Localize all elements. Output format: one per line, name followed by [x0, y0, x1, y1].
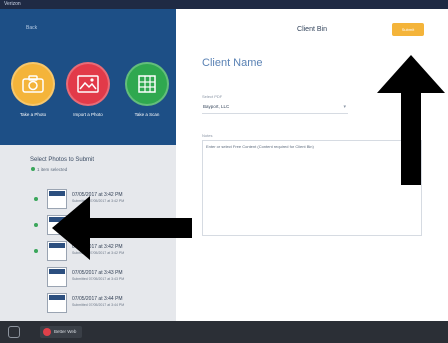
- import-photo-button[interactable]: Import a Photo: [65, 62, 111, 118]
- take-scan-button[interactable]: Take a Scan: [124, 62, 170, 118]
- selected-dot-icon: [34, 249, 38, 253]
- photo-timestamp: 07/05/2017 at 3:43 PM: [72, 270, 123, 276]
- status-bar: Verizon: [0, 0, 448, 9]
- sidebar: Back Take a Photo Import a Photo Take a …: [0, 9, 176, 321]
- sidebar-actions-panel: Back Take a Photo Import a Photo Take a …: [0, 9, 176, 145]
- submit-button[interactable]: Submit: [392, 23, 424, 36]
- client-select-value: Bayport, LLC: [203, 104, 230, 109]
- camera-icon: [11, 62, 55, 106]
- left-arrow-icon: [52, 196, 192, 260]
- photo-list-item[interactable]: 07/05/2017 at 3:43 PM Submitted 07/05/20…: [0, 265, 176, 289]
- photo-thumbnail: [47, 267, 67, 287]
- recording-badge-label: Better Web: [54, 329, 77, 334]
- back-link[interactable]: Back: [26, 25, 37, 31]
- take-photo-button[interactable]: Take a Photo: [10, 62, 56, 118]
- recording-badge[interactable]: Better Web: [40, 326, 83, 338]
- notes-label: Notes: [202, 133, 213, 138]
- photos-selected-count: 1 item selected: [37, 167, 68, 172]
- chevron-down-icon: ▾: [343, 104, 346, 110]
- scan-icon: [125, 62, 169, 106]
- photos-to-submit-title: Select Photos to Submit: [30, 157, 95, 163]
- import-photo-label: Import a Photo: [73, 112, 103, 117]
- take-photo-label: Take a Photo: [19, 112, 47, 117]
- app-switcher-icon[interactable]: [8, 326, 20, 338]
- selected-dot-icon: [34, 197, 38, 201]
- selected-dot-icon: [34, 223, 38, 227]
- photo-submitted-info: Submitted 07/05/2017 at 3:43 PM: [72, 277, 125, 281]
- photos-to-submit-header: Select Photos to Submit 1 item selected: [0, 145, 176, 187]
- client-name-heading: Client Name: [202, 57, 263, 69]
- photo-submitted-info: Submitted 07/05/2017 at 3:44 PM: [72, 303, 125, 307]
- carrier-label: Verizon: [4, 1, 21, 7]
- image-icon: [66, 62, 110, 106]
- take-scan-label: Take a Scan: [134, 112, 160, 117]
- photo-thumbnail: [47, 293, 67, 313]
- photo-list-item[interactable]: 07/05/2017 at 3:44 PM Submitted 07/05/20…: [0, 291, 176, 315]
- select-pdf-label: Select PDF: [202, 94, 223, 99]
- record-icon: [43, 328, 51, 336]
- client-select[interactable]: Bayport, LLC ▾: [202, 102, 348, 114]
- up-arrow-icon: [377, 55, 445, 185]
- photo-timestamp: 07/05/2017 at 3:44 PM: [72, 296, 123, 302]
- bottom-toolbar: Better Web: [0, 321, 448, 343]
